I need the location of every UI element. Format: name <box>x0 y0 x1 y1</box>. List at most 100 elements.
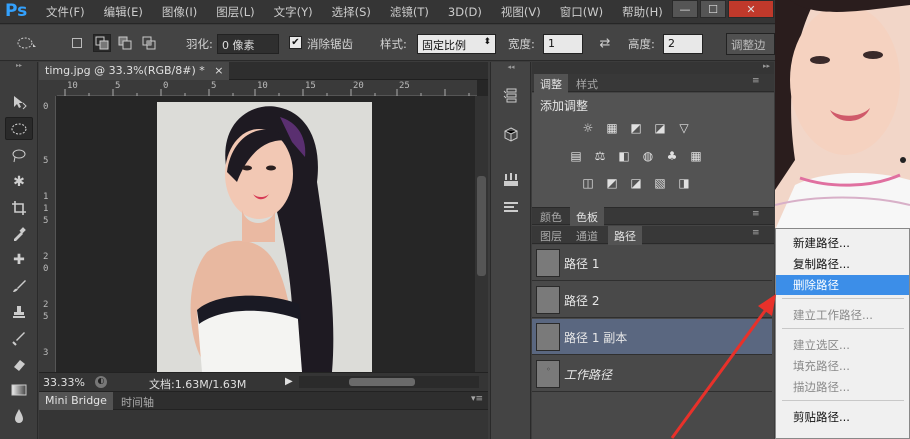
crop-tool-icon[interactable] <box>5 196 33 219</box>
tab-adjustments[interactable]: 调整 <box>534 74 568 94</box>
eyedropper-tool-icon[interactable] <box>5 222 33 245</box>
canvas-image[interactable] <box>157 102 372 372</box>
subtract-selection-icon[interactable] <box>117 35 133 51</box>
history-brush-tool-icon[interactable] <box>5 326 33 349</box>
menu-window[interactable]: 窗口(W) <box>560 4 603 20</box>
move-tool-icon[interactable] <box>5 90 33 113</box>
height-input[interactable]: 2 <box>663 34 703 54</box>
zoom-level[interactable]: 33.33% <box>43 376 85 389</box>
panels-collapse-icon[interactable]: ▸▸ <box>532 62 774 74</box>
lasso-tool-icon[interactable] <box>5 144 33 167</box>
black-white-icon[interactable]: ◧ <box>616 149 632 163</box>
ruler-v-tick: 5 <box>43 156 49 166</box>
paths-panel-menu-icon[interactable]: ≡ <box>752 228 760 238</box>
color-panel-menu-icon[interactable]: ≡ <box>752 209 760 219</box>
eraser-tool-icon[interactable] <box>5 352 33 375</box>
panel-menu-icon[interactable]: ▾≡ <box>471 394 483 404</box>
gradient-map-icon[interactable]: ◨ <box>676 176 692 190</box>
tab-channels[interactable]: 通道 <box>570 226 604 246</box>
brush-tool-icon[interactable] <box>5 274 33 297</box>
tab-timeline[interactable]: 时间轴 <box>115 392 160 410</box>
antialias-checkbox[interactable]: ✔ <box>289 36 302 49</box>
scrollbar-thumb[interactable] <box>477 176 486 276</box>
menu-new-path[interactable]: 新建路径... <box>776 233 909 253</box>
path-thumbnail <box>536 323 560 351</box>
style-label: 样式: <box>380 37 407 51</box>
menu-edit[interactable]: 编辑(E) <box>104 4 143 20</box>
clone-stamp-tool-icon[interactable] <box>5 300 33 323</box>
antialias-label: 消除锯齿 <box>307 37 353 51</box>
blur-tool-icon[interactable] <box>5 404 33 427</box>
tab-layers[interactable]: 图层 <box>534 226 568 246</box>
document-tab-title: timg.jpg @ 33.3%(RGB/8#) * <box>45 64 205 77</box>
ruler-v-tick: 1 <box>43 192 49 202</box>
color-lookup-icon[interactable]: ▦ <box>688 149 704 163</box>
vibrance-icon[interactable]: ▽ <box>676 121 692 135</box>
intersect-selection-icon[interactable] <box>141 35 157 51</box>
minimize-button[interactable]: — <box>672 0 698 18</box>
healing-brush-tool-icon[interactable]: ✚ <box>5 248 33 271</box>
width-input[interactable]: 1 <box>543 34 583 54</box>
horizontal-scrollbar-thumb[interactable] <box>349 378 415 386</box>
color-balance-icon[interactable]: ⚖ <box>592 149 608 163</box>
path-row[interactable]: 路径 1 <box>532 245 772 281</box>
style-select[interactable]: 固定比例 ⬍ <box>417 34 496 54</box>
brightness-icon[interactable]: ☼ <box>580 121 596 135</box>
clone-source-icon[interactable] <box>500 196 522 218</box>
menu-3d[interactable]: 3D(D) <box>448 5 482 19</box>
close-button[interactable]: ✕ <box>728 0 774 18</box>
ruler-v-tick: 1 <box>43 204 49 214</box>
document-window: timg.jpg @ 33.3%(RGB/8#) * × 10 5 0 5 10… <box>39 62 488 391</box>
elliptical-marquee-preset-icon[interactable] <box>14 34 40 52</box>
feather-input[interactable]: 0 像素 <box>217 34 279 54</box>
tab-paths[interactable]: 路径 <box>608 226 642 246</box>
add-selection-icon[interactable] <box>93 34 111 52</box>
menu-file[interactable]: 文件(F) <box>46 4 85 20</box>
brush-presets-icon[interactable] <box>500 168 522 190</box>
dock-collapse-icon[interactable]: ◂◂ <box>493 63 529 71</box>
menu-type[interactable]: 文字(Y) <box>274 4 313 20</box>
new-selection-icon[interactable] <box>70 36 84 50</box>
status-menu-arrow-icon[interactable]: ▶ <box>285 376 293 387</box>
swap-icon[interactable]: ⇄ <box>595 35 615 51</box>
photo-filter-icon[interactable]: ◍ <box>640 149 656 163</box>
menu-view[interactable]: 视图(V) <box>501 4 541 20</box>
bottom-panel: Mini Bridge 时间轴 ▾≡ <box>39 391 488 439</box>
path-thumbnail <box>536 286 560 314</box>
levels-icon[interactable]: ▦ <box>604 121 620 135</box>
document-size: 文档:1.63M/1.63M <box>149 378 247 391</box>
elliptical-marquee-tool-icon[interactable] <box>5 117 33 140</box>
restore-button[interactable]: ☐ <box>700 0 726 18</box>
invert-icon[interactable]: ◫ <box>580 176 596 190</box>
horizontal-scrollbar[interactable] <box>299 376 479 388</box>
tab-swatches[interactable]: 色板 <box>570 207 604 227</box>
hue-saturation-icon[interactable]: ▤ <box>568 149 584 163</box>
tab-color[interactable]: 颜色 <box>534 207 568 227</box>
history-panel-icon[interactable] <box>500 84 522 106</box>
channel-mixer-icon[interactable]: ♣ <box>664 149 680 163</box>
collapse-icon[interactable]: ▸▸ <box>2 62 36 69</box>
3d-panel-icon[interactable] <box>500 124 522 146</box>
menu-select[interactable]: 选择(S) <box>332 4 371 20</box>
refine-edge-button[interactable]: 调整边 <box>726 33 775 55</box>
gradient-tool-icon[interactable] <box>5 378 33 401</box>
menu-layer[interactable]: 图层(L) <box>216 4 254 20</box>
threshold-icon[interactable]: ◪ <box>628 176 644 190</box>
posterize-icon[interactable]: ◩ <box>604 176 620 190</box>
menu-image[interactable]: 图像(I) <box>162 4 197 20</box>
menu-filter[interactable]: 滤镜(T) <box>390 4 429 20</box>
curves-icon[interactable]: ◩ <box>628 121 644 135</box>
menu-duplicate-path[interactable]: 复制路径... <box>776 254 909 274</box>
close-tab-icon[interactable]: × <box>214 64 223 77</box>
tab-styles[interactable]: 样式 <box>570 74 604 94</box>
tab-mini-bridge[interactable]: Mini Bridge <box>39 392 113 410</box>
menu-help[interactable]: 帮助(H) <box>622 4 663 20</box>
document-tab[interactable]: timg.jpg @ 33.3%(RGB/8#) * × <box>39 62 230 80</box>
exposure-icon[interactable]: ◪ <box>652 121 668 135</box>
ruler-origin <box>39 80 57 96</box>
magic-wand-tool-icon[interactable]: ✱ <box>5 170 33 193</box>
selective-color-icon[interactable]: ▧ <box>652 176 668 190</box>
status-info-icon[interactable]: ◐ <box>95 376 107 388</box>
adjust-panel-menu-icon[interactable]: ≡ <box>752 76 760 86</box>
vertical-scrollbar[interactable] <box>475 96 488 372</box>
